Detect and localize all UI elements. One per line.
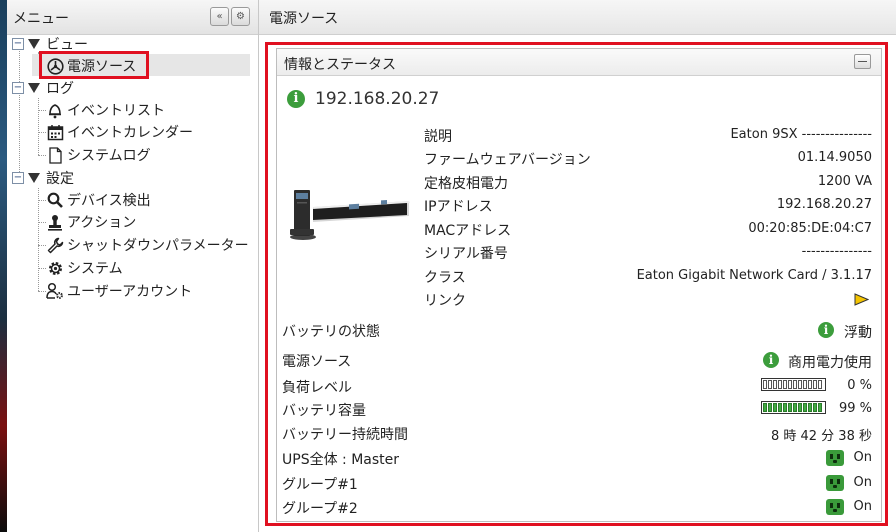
calendar-icon	[46, 123, 64, 141]
tree-item-label: イベントカレンダー	[67, 125, 193, 141]
magnifier-icon	[46, 191, 64, 209]
stamp-icon	[46, 213, 64, 231]
tree-item-user-account[interactable]: ユーザーアカウント	[46, 280, 192, 302]
tree-item-label: アクション	[67, 215, 137, 231]
wrench-icon	[46, 236, 64, 254]
tree-line	[38, 200, 46, 201]
triangle-down-icon	[28, 39, 40, 49]
tree-line	[38, 222, 46, 223]
tree-line	[38, 268, 46, 269]
tree-item-system-log[interactable]: システムログ	[46, 144, 151, 166]
gear-icon	[46, 259, 64, 277]
collapse-toggle-icon[interactable]: −	[12, 38, 24, 50]
tree-group-settings[interactable]: − 設定	[12, 167, 74, 189]
tree-item-shutdown-params[interactable]: シャットダウンパラメーター	[46, 234, 249, 256]
panel-settings-button[interactable]: ⚙	[231, 7, 250, 26]
tree-item-system[interactable]: システム	[46, 257, 123, 279]
tree-item-label: システム	[67, 261, 123, 277]
tree-item-label: デバイス検出	[67, 193, 151, 209]
tree-item-device-discovery[interactable]: デバイス検出	[46, 189, 151, 211]
tree-group-label: ログ	[46, 81, 74, 97]
tree-item-action[interactable]: アクション	[46, 211, 136, 233]
tree-line	[38, 132, 46, 133]
bell-icon	[46, 101, 64, 119]
user-gear-icon	[46, 282, 64, 300]
menu-title: メニュー	[13, 11, 69, 27]
tree-line	[38, 110, 46, 111]
tree-line	[38, 188, 39, 291]
triangle-down-icon	[28, 173, 40, 183]
tree-line	[38, 98, 39, 155]
tree-item-event-list[interactable]: イベントリスト	[46, 99, 165, 121]
highlight-annotation-frame	[265, 42, 888, 526]
triangle-down-icon	[28, 83, 40, 93]
tree-item-label: シャットダウンパラメーター	[67, 238, 249, 254]
content-title: 電源ソース	[269, 11, 339, 27]
tree-line	[38, 155, 46, 156]
collapse-toggle-icon[interactable]: −	[12, 82, 24, 94]
tree-group-log[interactable]: − ログ	[12, 77, 74, 99]
tree-item-event-calendar[interactable]: イベントカレンダー	[46, 121, 193, 143]
tree-line	[38, 245, 46, 246]
tree-group-label: 設定	[46, 171, 74, 187]
content-header: 電源ソース	[259, 0, 896, 35]
tree-item-label: ユーザーアカウント	[67, 284, 193, 300]
desktop-edge	[0, 0, 7, 532]
tree-item-label: イベントリスト	[67, 103, 165, 119]
tree-line	[19, 46, 20, 178]
tree-item-label: システムログ	[67, 148, 151, 164]
menu-header: メニュー « ⚙	[7, 0, 258, 35]
highlight-annotation-box	[39, 51, 149, 79]
collapse-panel-button[interactable]: «	[210, 7, 229, 26]
tree-line	[38, 291, 46, 292]
collapse-toggle-icon[interactable]: −	[12, 172, 24, 184]
document-icon	[46, 146, 64, 164]
